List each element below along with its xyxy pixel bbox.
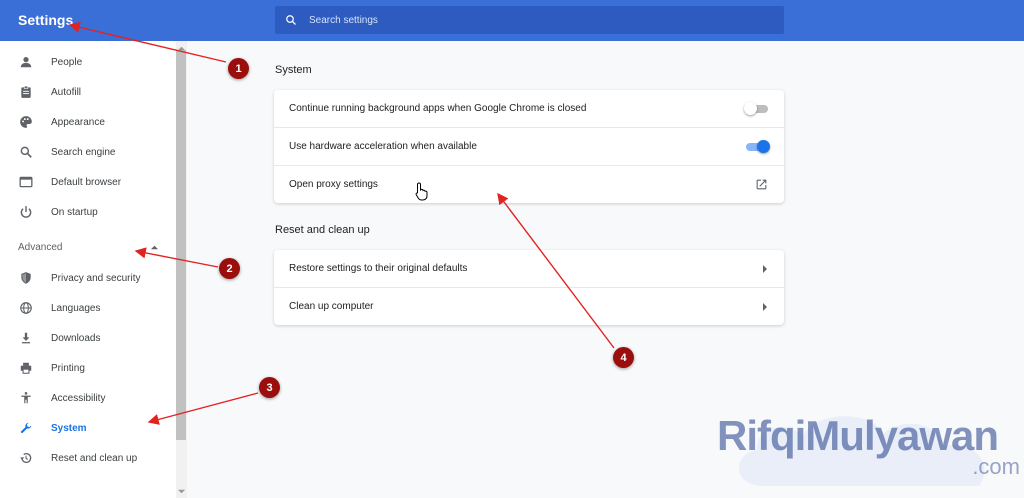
clipboard-icon xyxy=(18,84,34,100)
sidebar: People Autofill Appearance Search engine… xyxy=(0,41,176,498)
toggle-thumb xyxy=(744,101,757,115)
power-icon xyxy=(18,204,34,220)
sidebar-item-search-engine[interactable]: Search engine xyxy=(0,137,176,167)
accessibility-icon xyxy=(18,390,34,406)
sidebar-item-label: System xyxy=(51,422,87,434)
hand-cursor-icon xyxy=(415,182,428,201)
sidebar-item-reset-and-clean-up[interactable]: Reset and clean up xyxy=(0,443,176,473)
arrow-right-icon xyxy=(762,302,768,311)
sidebar-item-label: Printing xyxy=(51,362,85,374)
globe-icon xyxy=(18,300,34,316)
row-label: Continue running background apps when Go… xyxy=(289,103,587,114)
browser-window-icon xyxy=(18,174,34,190)
printer-icon xyxy=(18,360,34,376)
sidebar-item-people[interactable]: People xyxy=(0,47,176,77)
sidebar-item-printing[interactable]: Printing xyxy=(0,353,176,383)
sidebar-item-label: Search engine xyxy=(51,146,116,158)
person-icon xyxy=(18,54,34,70)
reset-section-title: Reset and clean up xyxy=(275,224,370,236)
sidebar-item-system[interactable]: System xyxy=(0,413,176,443)
open-proxy-settings-row[interactable]: Open proxy settings xyxy=(274,166,784,203)
scroll-down-arrow-icon[interactable] xyxy=(177,487,186,496)
sidebar-item-label: Downloads xyxy=(51,332,101,344)
watermark-text: RifqiMulyawan xyxy=(717,412,999,459)
sidebar-item-on-startup[interactable]: On startup xyxy=(0,197,176,227)
sidebar-scrollbar-thumb[interactable] xyxy=(176,50,186,440)
download-icon xyxy=(18,330,34,346)
arrow-right-icon xyxy=(762,264,768,273)
top-bar: Settings xyxy=(0,0,1024,41)
shield-icon xyxy=(18,270,34,286)
row-label: Restore settings to their original defau… xyxy=(289,263,468,274)
restore-icon xyxy=(18,450,34,466)
watermark: RifqiMulyawan .com xyxy=(713,406,1024,498)
background-apps-row[interactable]: Continue running background apps when Go… xyxy=(274,90,784,128)
sidebar-item-label: Languages xyxy=(51,302,101,314)
wrench-icon xyxy=(18,420,34,436)
sidebar-item-accessibility[interactable]: Accessibility xyxy=(0,383,176,413)
sidebar-item-default-browser[interactable]: Default browser xyxy=(0,167,176,197)
sidebar-item-label: Default browser xyxy=(51,176,122,188)
annotation-marker-3: 3 xyxy=(259,377,280,398)
scroll-up-arrow-icon[interactable] xyxy=(177,44,186,53)
hardware-acceleration-row[interactable]: Use hardware acceleration when available xyxy=(274,128,784,166)
page-title: Settings xyxy=(18,12,74,28)
row-label: Clean up computer xyxy=(289,301,374,312)
sidebar-item-label: Autofill xyxy=(51,86,82,98)
toggle-track xyxy=(746,139,770,153)
reset-card: Restore settings to their original defau… xyxy=(274,250,784,325)
system-section-title: System xyxy=(275,64,312,76)
sidebar-item-autofill[interactable]: Autofill xyxy=(0,77,176,107)
sidebar-item-label: Accessibility xyxy=(51,392,106,404)
search-box[interactable] xyxy=(275,6,784,34)
sidebar-item-privacy-and-security[interactable]: Privacy and security xyxy=(0,263,176,293)
sidebar-item-label: Privacy and security xyxy=(51,272,141,284)
sidebar-item-downloads[interactable]: Downloads xyxy=(0,323,176,353)
row-label: Use hardware acceleration when available xyxy=(289,141,477,152)
sidebar-item-label: On startup xyxy=(51,206,98,218)
annotation-marker-1: 1 xyxy=(228,58,249,79)
sidebar-item-languages[interactable]: Languages xyxy=(0,293,176,323)
watermark-suffix: .com xyxy=(972,454,1020,479)
hardware-acceleration-toggle[interactable] xyxy=(746,139,770,153)
advanced-section-label[interactable]: Advanced xyxy=(18,242,62,253)
toggle-track xyxy=(744,101,768,115)
sidebar-item-label: Appearance xyxy=(51,116,105,128)
restore-defaults-row[interactable]: Restore settings to their original defau… xyxy=(274,250,784,288)
annotation-marker-4: 4 xyxy=(613,347,634,368)
chevron-up-icon[interactable] xyxy=(150,244,159,251)
search-icon xyxy=(286,15,296,25)
row-label: Open proxy settings xyxy=(289,179,378,190)
annotation-marker-2: 2 xyxy=(219,258,240,279)
search-icon xyxy=(18,144,34,160)
toggle-thumb xyxy=(757,139,770,153)
system-card: Continue running background apps when Go… xyxy=(274,90,784,203)
sidebar-item-label: People xyxy=(51,56,83,68)
search-input[interactable] xyxy=(307,13,751,27)
clean-up-computer-row[interactable]: Clean up computer xyxy=(274,288,784,325)
palette-icon xyxy=(18,114,34,130)
background-apps-toggle[interactable] xyxy=(744,101,768,115)
sidebar-item-appearance[interactable]: Appearance xyxy=(0,107,176,137)
external-link-icon[interactable] xyxy=(755,178,768,191)
sidebar-item-label: Reset and clean up xyxy=(51,452,138,464)
